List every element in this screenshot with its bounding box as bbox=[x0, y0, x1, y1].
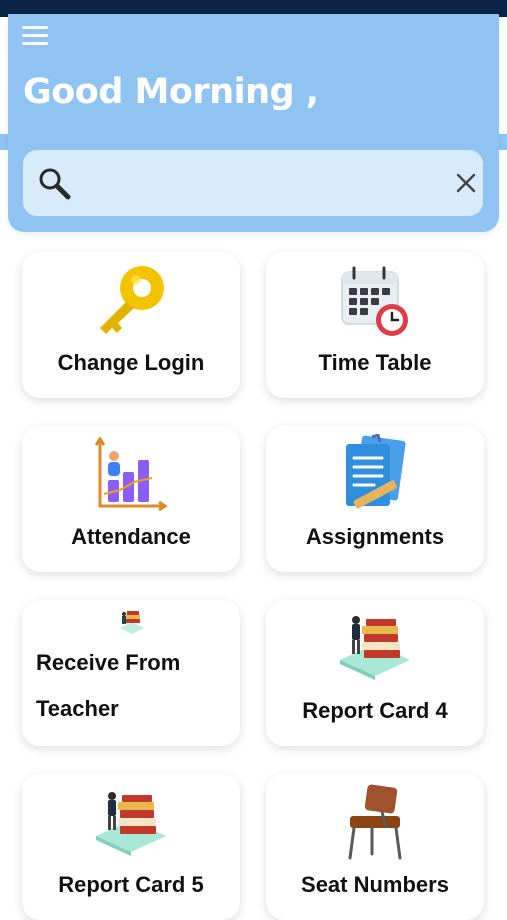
search-input[interactable] bbox=[83, 164, 427, 204]
tile-label: Time Table bbox=[318, 350, 432, 375]
tile-receive-from-teacher[interactable]: Receive From Teacher bbox=[22, 600, 240, 746]
tile-assignments[interactable]: Assignments bbox=[266, 426, 484, 572]
tile-label: Report Card 4 bbox=[302, 698, 448, 723]
greeting-title: Good Morning , bbox=[23, 72, 319, 112]
tile-label: Report Card 5 bbox=[58, 872, 204, 897]
tile-change-login[interactable]: Change Login bbox=[22, 252, 240, 398]
tile-label-line1: Receive From bbox=[36, 650, 181, 675]
tile-label: Change Login bbox=[57, 350, 205, 375]
tile-report-card-4[interactable]: Report Card 4 bbox=[266, 600, 484, 746]
tile-label: Seat Numbers bbox=[301, 872, 449, 897]
tile-seat-numbers[interactable]: Seat Numbers bbox=[266, 774, 484, 920]
tile-label: Attendance bbox=[71, 524, 191, 549]
bar-chart-icon bbox=[94, 436, 168, 512]
search-bar[interactable] bbox=[23, 150, 483, 216]
close-icon[interactable] bbox=[455, 172, 477, 194]
tile-time-table[interactable]: Time Table bbox=[266, 252, 484, 398]
assignment-document-icon bbox=[346, 434, 406, 509]
search-icon bbox=[39, 168, 71, 200]
books-stack-icon bbox=[340, 616, 410, 680]
books-stack-icon bbox=[120, 611, 144, 634]
calendar-clock-icon bbox=[341, 266, 408, 336]
tile-attendance[interactable]: Attendance bbox=[22, 426, 240, 572]
tile-label: Assignments bbox=[305, 524, 445, 549]
key-icon bbox=[100, 266, 164, 334]
tile-report-card-5[interactable]: Report Card 5 bbox=[22, 774, 240, 920]
tile-label-line2: Teacher bbox=[36, 696, 119, 721]
school-desk-icon bbox=[348, 784, 402, 860]
hamburger-menu-icon[interactable] bbox=[22, 26, 50, 46]
books-stack-icon bbox=[96, 792, 166, 856]
header-panel: Good Morning , bbox=[8, 14, 499, 232]
